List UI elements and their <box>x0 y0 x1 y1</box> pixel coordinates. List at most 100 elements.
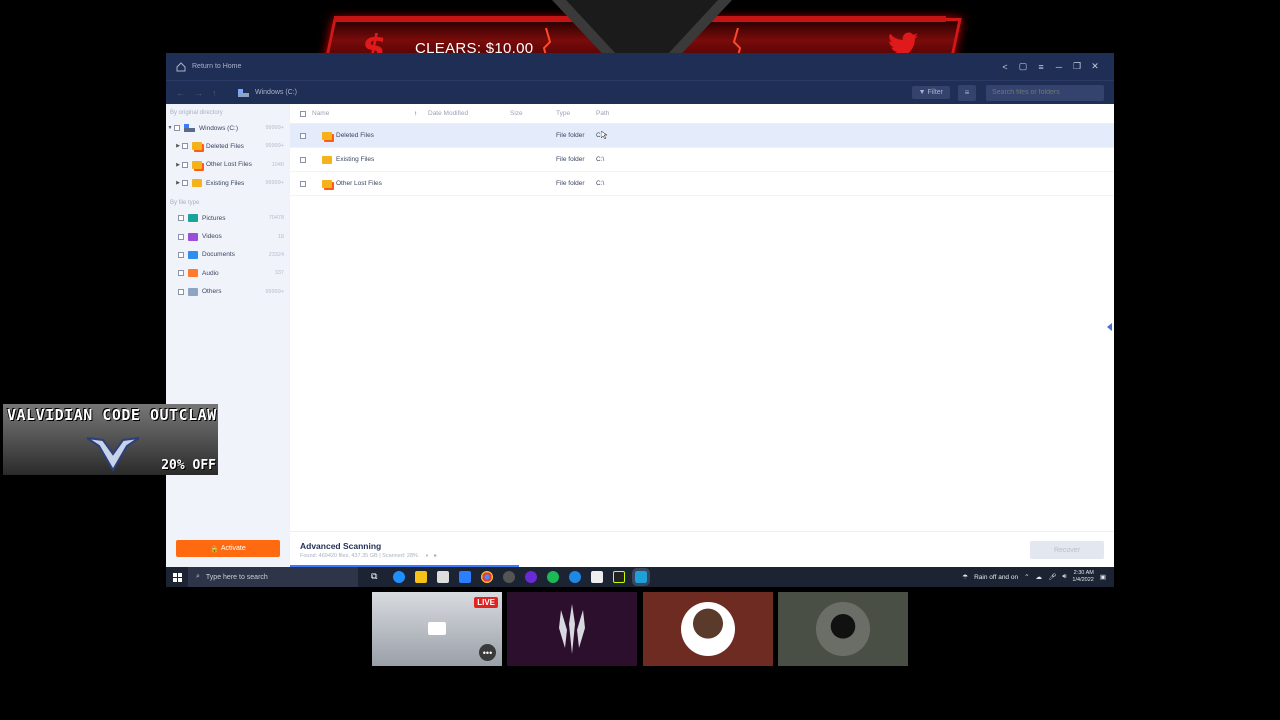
select-all-checkbox[interactable] <box>300 110 306 117</box>
volume-icon[interactable]: 🔊︎ <box>1062 573 1066 581</box>
collapse-panel-arrow-icon[interactable] <box>1107 323 1112 331</box>
chrome-icon[interactable] <box>481 571 493 583</box>
type-item-pictures[interactable]: Pictures 70478 <box>166 209 290 227</box>
table-header: Name ↑ Date Modified Size Type Path <box>290 104 1114 124</box>
mail-icon[interactable] <box>459 571 471 583</box>
spotify-icon[interactable] <box>547 571 559 583</box>
type-item-videos[interactable]: Videos 18 <box>166 227 290 245</box>
store-icon[interactable] <box>437 571 449 583</box>
menu-icon[interactable]: ≡ <box>1032 58 1050 76</box>
checkbox[interactable] <box>178 251 184 258</box>
system-tray: ☂ Rain off and on ⌃ ☁ 🎤︎ 🔊︎ 2:30 AM 1/4/… <box>962 567 1106 587</box>
sidebar: By original directory ▼ Windows (C:) 999… <box>166 104 290 567</box>
cloud-icon[interactable]: ☁ <box>1036 573 1043 581</box>
recovery-app-taskbar-icon[interactable] <box>632 568 650 586</box>
discord-icon[interactable] <box>525 571 537 583</box>
file-table: Name ↑ Date Modified Size Type Path Dele… <box>290 104 1114 531</box>
type-label: Documents <box>202 251 235 259</box>
checkbox[interactable] <box>182 143 188 150</box>
app-icon[interactable] <box>569 571 581 583</box>
checkbox[interactable] <box>182 161 188 168</box>
table-row[interactable]: Other Lost Files File folder C:\ <box>290 172 1114 196</box>
tree-item-windows-c[interactable]: ▼ Windows (C:) 99999+ <box>166 119 290 137</box>
expand-down-icon[interactable]: ▼ <box>166 125 174 131</box>
tree-item-deleted-files[interactable]: ▶ Deleted Files 99999+ <box>166 137 290 155</box>
tree-label: Deleted Files <box>206 142 244 150</box>
promo-overlay: VALVIDIAN CODE OUTCLAW 20% OFF <box>3 404 218 475</box>
checkbox[interactable] <box>178 270 184 277</box>
home-icon[interactable] <box>176 61 186 72</box>
promo-discount: 20% OFF <box>161 458 216 473</box>
folder-icon <box>322 155 332 164</box>
windows-start-icon[interactable] <box>166 567 188 587</box>
type-item-others[interactable]: Others 99999+ <box>166 282 290 300</box>
file-explorer-icon[interactable] <box>415 571 427 583</box>
stop-icon[interactable]: ⏹ <box>434 553 437 559</box>
tree-item-existing-files[interactable]: ▶ Existing Files 99999+ <box>166 174 290 192</box>
video-tile-person[interactable] <box>778 592 908 666</box>
audio-icon <box>188 269 198 278</box>
minimize-button[interactable]: ─ <box>1050 58 1068 76</box>
taskbar-search-placeholder: Type here to search <box>205 573 268 581</box>
pause-icon[interactable]: ⏸ <box>425 553 428 559</box>
task-view-icon[interactable]: ⧉ <box>371 571 383 583</box>
video-tile-logo[interactable] <box>507 592 637 666</box>
taskbar-search[interactable]: ⌕ Type here to search <box>188 567 358 587</box>
expand-right-icon[interactable]: ▶ <box>174 143 182 149</box>
lost-folder-icon <box>322 179 332 188</box>
back-arrow-icon[interactable]: ← <box>176 88 194 98</box>
app-icon[interactable] <box>613 571 625 583</box>
breadcrumb[interactable]: Windows (C:) <box>238 88 297 97</box>
type-item-audio[interactable]: Audio 337 <box>166 264 290 282</box>
checkbox[interactable] <box>178 233 184 240</box>
row-checkbox[interactable] <box>300 132 306 139</box>
col-type[interactable]: Type <box>556 110 570 117</box>
chevron-up-icon[interactable]: ⌃ <box>1024 573 1029 581</box>
type-item-documents[interactable]: Documents 23324 <box>166 246 290 264</box>
notification-icon[interactable]: ▣ <box>1100 573 1106 581</box>
checkbox[interactable] <box>178 288 184 295</box>
clock-date: 1/4/2022 <box>1072 577 1094 583</box>
activate-button[interactable]: 🔒 Activate <box>176 540 280 557</box>
filter-button[interactable]: ▼ Filter <box>911 86 950 99</box>
row-checkbox[interactable] <box>300 180 306 187</box>
edge-icon[interactable] <box>393 571 405 583</box>
col-date[interactable]: Date Modified <box>428 110 468 117</box>
sort-up-icon[interactable]: ↑ <box>414 110 417 117</box>
checkbox[interactable] <box>178 215 184 222</box>
close-button[interactable]: ✕ <box>1086 58 1104 76</box>
table-row[interactable]: Deleted Files File folder C:\ <box>290 124 1114 148</box>
table-row[interactable]: Existing Files File folder C:\ <box>290 148 1114 172</box>
clock[interactable]: 2:30 AM 1/4/2022 <box>1072 570 1093 584</box>
return-home-link[interactable]: Return to Home <box>192 63 241 70</box>
clock-app-icon[interactable] <box>503 571 515 583</box>
maximize-button[interactable]: ❐ <box>1068 58 1086 76</box>
up-arrow-icon[interactable]: ↑ <box>212 88 230 98</box>
tree-item-other-lost-files[interactable]: ▶ Other Lost Files 1040 <box>166 156 290 174</box>
share-icon[interactable]: < <box>996 58 1014 76</box>
type-label: Videos <box>202 233 222 241</box>
weather-text[interactable]: Rain off and on <box>974 574 1018 581</box>
mic-icon[interactable]: 🎤︎ <box>1048 573 1056 581</box>
checkbox[interactable] <box>182 180 188 187</box>
search-input[interactable] <box>986 84 1104 101</box>
video-camera-icon <box>428 622 446 635</box>
drive-icon <box>184 124 195 133</box>
recover-button[interactable]: Recover <box>1030 541 1104 559</box>
view-list-button[interactable]: ≡ <box>958 84 976 101</box>
row-checkbox[interactable] <box>300 156 306 163</box>
more-options-button[interactable]: ••• <box>479 644 496 661</box>
app-icon[interactable] <box>591 571 603 583</box>
checkbox[interactable] <box>174 125 180 132</box>
expand-right-icon[interactable]: ▶ <box>174 162 182 168</box>
type-count: 18 <box>277 233 284 240</box>
expand-right-icon[interactable]: ▶ <box>174 180 182 186</box>
col-size[interactable]: Size <box>510 110 523 117</box>
col-name[interactable]: Name <box>312 110 329 117</box>
video-tile-person[interactable] <box>643 592 773 666</box>
video-tile-screen[interactable]: LIVE ••• <box>372 592 502 666</box>
feedback-icon[interactable]: ▢ <box>1014 58 1032 76</box>
live-badge: LIVE <box>474 597 498 608</box>
forward-arrow-icon[interactable]: → <box>194 88 212 98</box>
col-path[interactable]: Path <box>596 110 609 117</box>
